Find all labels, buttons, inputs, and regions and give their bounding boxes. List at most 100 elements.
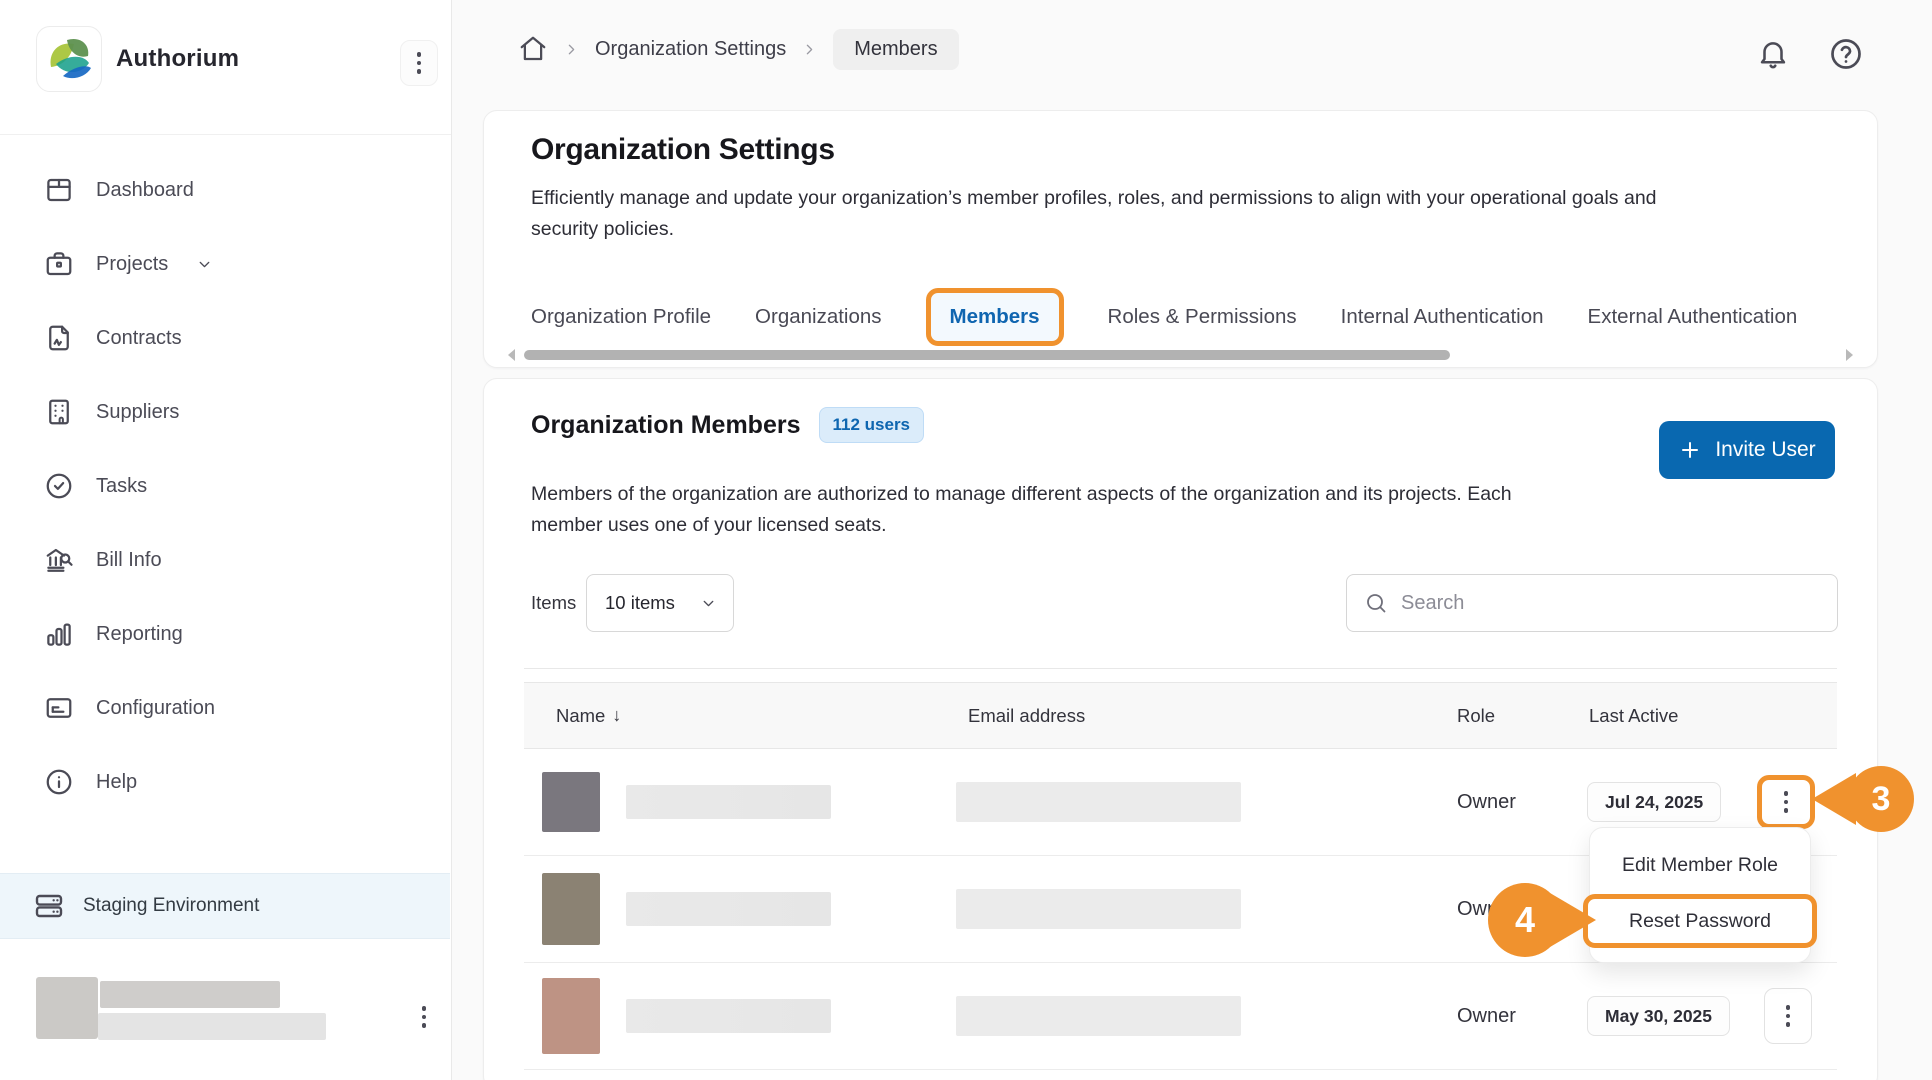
tab-external-authentication[interactable]: External Authentication bbox=[1588, 305, 1798, 329]
sidebar-item-label: Configuration bbox=[96, 697, 215, 720]
member-role: Owner bbox=[1393, 1005, 1533, 1028]
sidebar-item-suppliers[interactable]: Suppliers bbox=[0, 375, 450, 449]
members-description-line2: member uses one of your licensed seats. bbox=[531, 510, 1512, 541]
members-title: Organization Members bbox=[531, 411, 801, 440]
page-description-line2: security policies. bbox=[531, 214, 1657, 245]
sidebar-item-configuration[interactable]: Configuration bbox=[0, 671, 450, 745]
menu-item-reset-password[interactable]: Reset Password bbox=[1583, 894, 1817, 948]
building-icon bbox=[44, 397, 74, 427]
page-description-line1: Efficiently manage and update your organ… bbox=[531, 183, 1657, 214]
column-header-email[interactable]: Email address bbox=[968, 705, 1393, 727]
environment-label: Staging Environment bbox=[83, 895, 259, 917]
annotation-step-4-number: 4 bbox=[1488, 883, 1562, 957]
kebab-icon bbox=[417, 52, 422, 74]
member-name-cell bbox=[524, 772, 968, 832]
member-name-cell bbox=[524, 978, 968, 1054]
info-circle-icon bbox=[44, 767, 74, 797]
last-active-date: May 30, 2025 bbox=[1587, 996, 1730, 1036]
member-email-redacted bbox=[956, 996, 1241, 1036]
settings-tabs: Organization Profile Organizations Membe… bbox=[531, 281, 1797, 353]
kebab-icon bbox=[1786, 1005, 1791, 1027]
user-avatar bbox=[36, 977, 98, 1039]
sidebar-item-label: Projects bbox=[96, 253, 168, 276]
sidebar-kebab-button[interactable] bbox=[400, 40, 438, 86]
sidebar-item-dashboard[interactable]: Dashboard bbox=[0, 153, 450, 227]
annotation-step-3-pin: 3 bbox=[1848, 766, 1914, 832]
sidebar-item-label: Reporting bbox=[96, 623, 183, 646]
tab-organizations[interactable]: Organizations bbox=[755, 305, 881, 329]
sidebar-item-label: Help bbox=[96, 771, 137, 794]
tab-organization-profile[interactable]: Organization Profile bbox=[531, 305, 711, 329]
name-header-label: Name bbox=[556, 705, 605, 727]
sidebar-item-contracts[interactable]: Contracts bbox=[0, 301, 450, 375]
search-input[interactable] bbox=[1401, 575, 1837, 631]
member-name-redacted bbox=[626, 999, 831, 1033]
environment-banner[interactable]: Staging Environment bbox=[0, 873, 450, 939]
sidebar-item-projects[interactable]: Projects bbox=[0, 227, 450, 301]
annotation-step-3-number: 3 bbox=[1848, 766, 1914, 832]
kebab-icon bbox=[422, 1006, 427, 1028]
members-heading-row: Organization Members 112 users bbox=[531, 407, 924, 443]
sort-descending-icon: ↓ bbox=[612, 705, 621, 726]
items-label: Items bbox=[531, 574, 576, 632]
sidebar-item-reporting[interactable]: Reporting bbox=[0, 597, 450, 671]
member-email-redacted bbox=[956, 889, 1241, 929]
user-email-redacted bbox=[98, 1013, 326, 1040]
column-header-name[interactable]: Name ↓ bbox=[524, 705, 968, 727]
configuration-icon bbox=[44, 693, 74, 723]
members-description-line1: Members of the organization are authoriz… bbox=[531, 479, 1512, 510]
section-divider bbox=[524, 668, 1837, 669]
breadcrumb: Organization Settings Members bbox=[518, 26, 959, 72]
member-last-active-cell: May 30, 2025 bbox=[1533, 963, 1837, 1069]
chevron-right-icon bbox=[563, 41, 580, 58]
tab-internal-authentication[interactable]: Internal Authentication bbox=[1341, 305, 1544, 329]
brand-logo bbox=[36, 26, 102, 92]
breadcrumb-members[interactable]: Members bbox=[833, 29, 958, 70]
chevron-down-icon bbox=[196, 256, 213, 273]
sidebar-divider bbox=[0, 134, 451, 135]
invite-user-button[interactable]: Invite User bbox=[1659, 421, 1835, 479]
tab-roles-permissions[interactable]: Roles & Permissions bbox=[1108, 305, 1297, 329]
sidebar: Authorium Dashboard Projects bbox=[0, 0, 452, 1080]
member-role: Owner bbox=[1393, 791, 1533, 814]
member-name-cell bbox=[524, 873, 968, 945]
home-icon[interactable] bbox=[518, 34, 548, 64]
menu-item-edit-member-role[interactable]: Edit Member Role bbox=[1590, 840, 1810, 890]
member-avatar bbox=[542, 978, 600, 1054]
member-avatar bbox=[542, 873, 600, 945]
members-card: Organization Members 112 users Invite Us… bbox=[483, 378, 1878, 1080]
column-header-last-active[interactable]: Last Active bbox=[1533, 705, 1837, 727]
items-per-page-select[interactable]: 10 items bbox=[586, 574, 734, 632]
sidebar-item-tasks[interactable]: Tasks bbox=[0, 449, 450, 523]
tabs-scroll-right-arrow[interactable] bbox=[1846, 349, 1853, 361]
bell-icon[interactable] bbox=[1756, 37, 1790, 71]
member-name-redacted bbox=[626, 892, 831, 926]
chevron-down-icon bbox=[700, 595, 717, 612]
table-row: Owner May 30, 2025 bbox=[524, 963, 1837, 1070]
member-name-redacted bbox=[626, 785, 831, 819]
row-actions-kebab-button[interactable] bbox=[1757, 775, 1815, 829]
bar-chart-icon bbox=[44, 619, 74, 649]
user-menu-button[interactable] bbox=[406, 995, 442, 1039]
brand-name: Authorium bbox=[116, 26, 239, 92]
app-screen: Authorium Dashboard Projects bbox=[0, 0, 1932, 1080]
breadcrumb-org-settings[interactable]: Organization Settings bbox=[595, 38, 786, 61]
topbar-actions bbox=[1756, 36, 1864, 72]
briefcase-icon bbox=[44, 249, 74, 279]
row-actions-kebab-button[interactable] bbox=[1764, 988, 1812, 1044]
member-email-redacted bbox=[956, 782, 1241, 822]
tab-members[interactable]: Members bbox=[926, 288, 1064, 346]
help-icon[interactable] bbox=[1828, 36, 1864, 72]
tabs-scroll-left-arrow[interactable] bbox=[508, 349, 515, 361]
column-header-role[interactable]: Role bbox=[1393, 705, 1533, 727]
sidebar-item-help[interactable]: Help bbox=[0, 745, 450, 819]
check-circle-icon bbox=[44, 471, 74, 501]
member-email-cell bbox=[968, 996, 1393, 1036]
contract-file-icon bbox=[44, 323, 74, 353]
row-actions-menu: Edit Member Role Reset Password bbox=[1589, 827, 1811, 963]
sidebar-item-bill-info[interactable]: Bill Info bbox=[0, 523, 450, 597]
sidebar-item-label: Suppliers bbox=[96, 401, 179, 424]
member-email-cell bbox=[968, 782, 1393, 822]
chevron-right-icon bbox=[801, 41, 818, 58]
tabs-scrollbar-thumb[interactable] bbox=[524, 350, 1450, 360]
